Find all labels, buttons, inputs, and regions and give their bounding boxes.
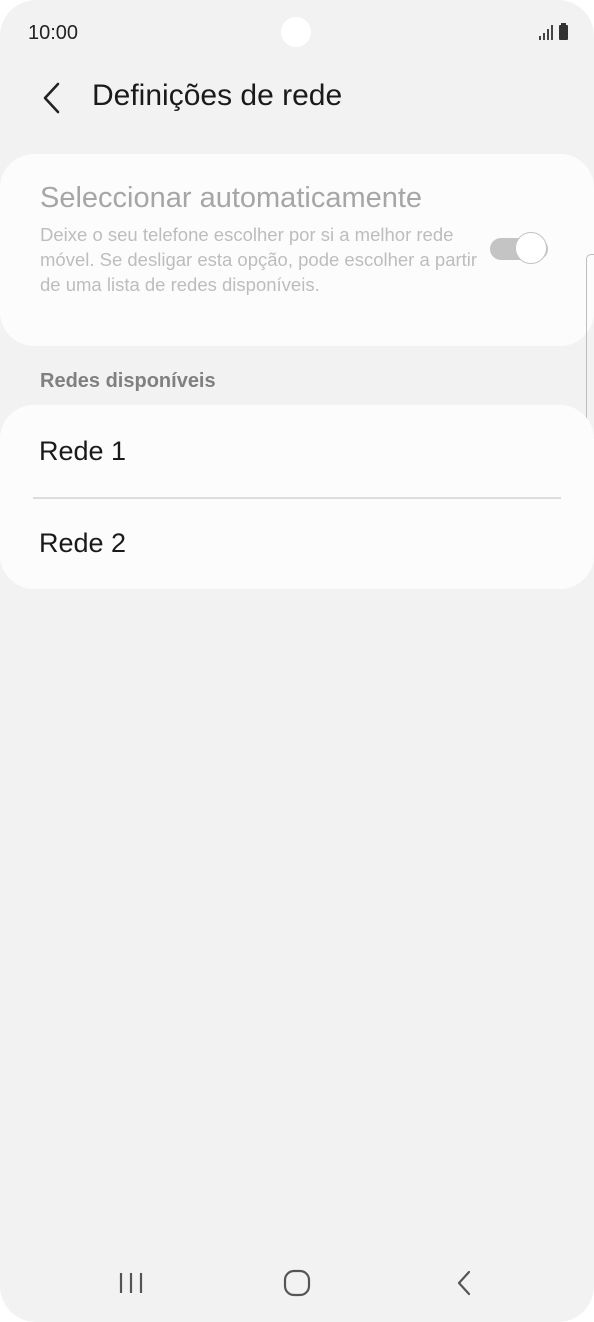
nav-back-button[interactable] [434, 1258, 494, 1308]
page-title: Definições de rede [92, 79, 343, 112]
status-bar: 10:00 [0, 0, 594, 66]
network-label: Rede 2 [39, 528, 127, 558]
network-label: Rede 1 [39, 436, 127, 466]
auto-select-title: Seleccionar automaticamente [40, 182, 423, 214]
network-item-rede-2[interactable]: Rede 2 [0, 497, 594, 589]
recent-apps-icon [119, 1273, 143, 1293]
app-bar: Definições de rede [0, 66, 594, 130]
toggle-thumb [515, 232, 547, 264]
auto-select-description: Deixe o seu telefone escolher por si a m… [40, 224, 478, 295]
home-button[interactable] [267, 1258, 327, 1308]
chevron-left-icon [43, 82, 60, 114]
network-item-rede-1[interactable]: Rede 1 [0, 405, 594, 497]
auto-select-toggle[interactable] [490, 232, 550, 266]
status-time: 10:00 [28, 22, 79, 44]
signal-bars-icon [539, 24, 553, 40]
back-icon [457, 1270, 471, 1296]
status-icons [539, 23, 568, 40]
navigation-bar [0, 1250, 594, 1316]
auto-select-card: Seleccionar automaticamente Deixe o seu … [0, 154, 594, 346]
battery-icon [559, 23, 568, 40]
home-icon [283, 1269, 311, 1297]
available-networks-header: Redes disponíveis [40, 370, 216, 392]
network-settings-screen: 10:00 Definições de rede Seleccionar aut… [0, 0, 594, 1322]
recent-apps-button[interactable] [101, 1258, 161, 1308]
front-camera [281, 17, 311, 47]
networks-list: Rede 1 Rede 2 [0, 405, 594, 589]
back-button[interactable] [30, 76, 74, 120]
